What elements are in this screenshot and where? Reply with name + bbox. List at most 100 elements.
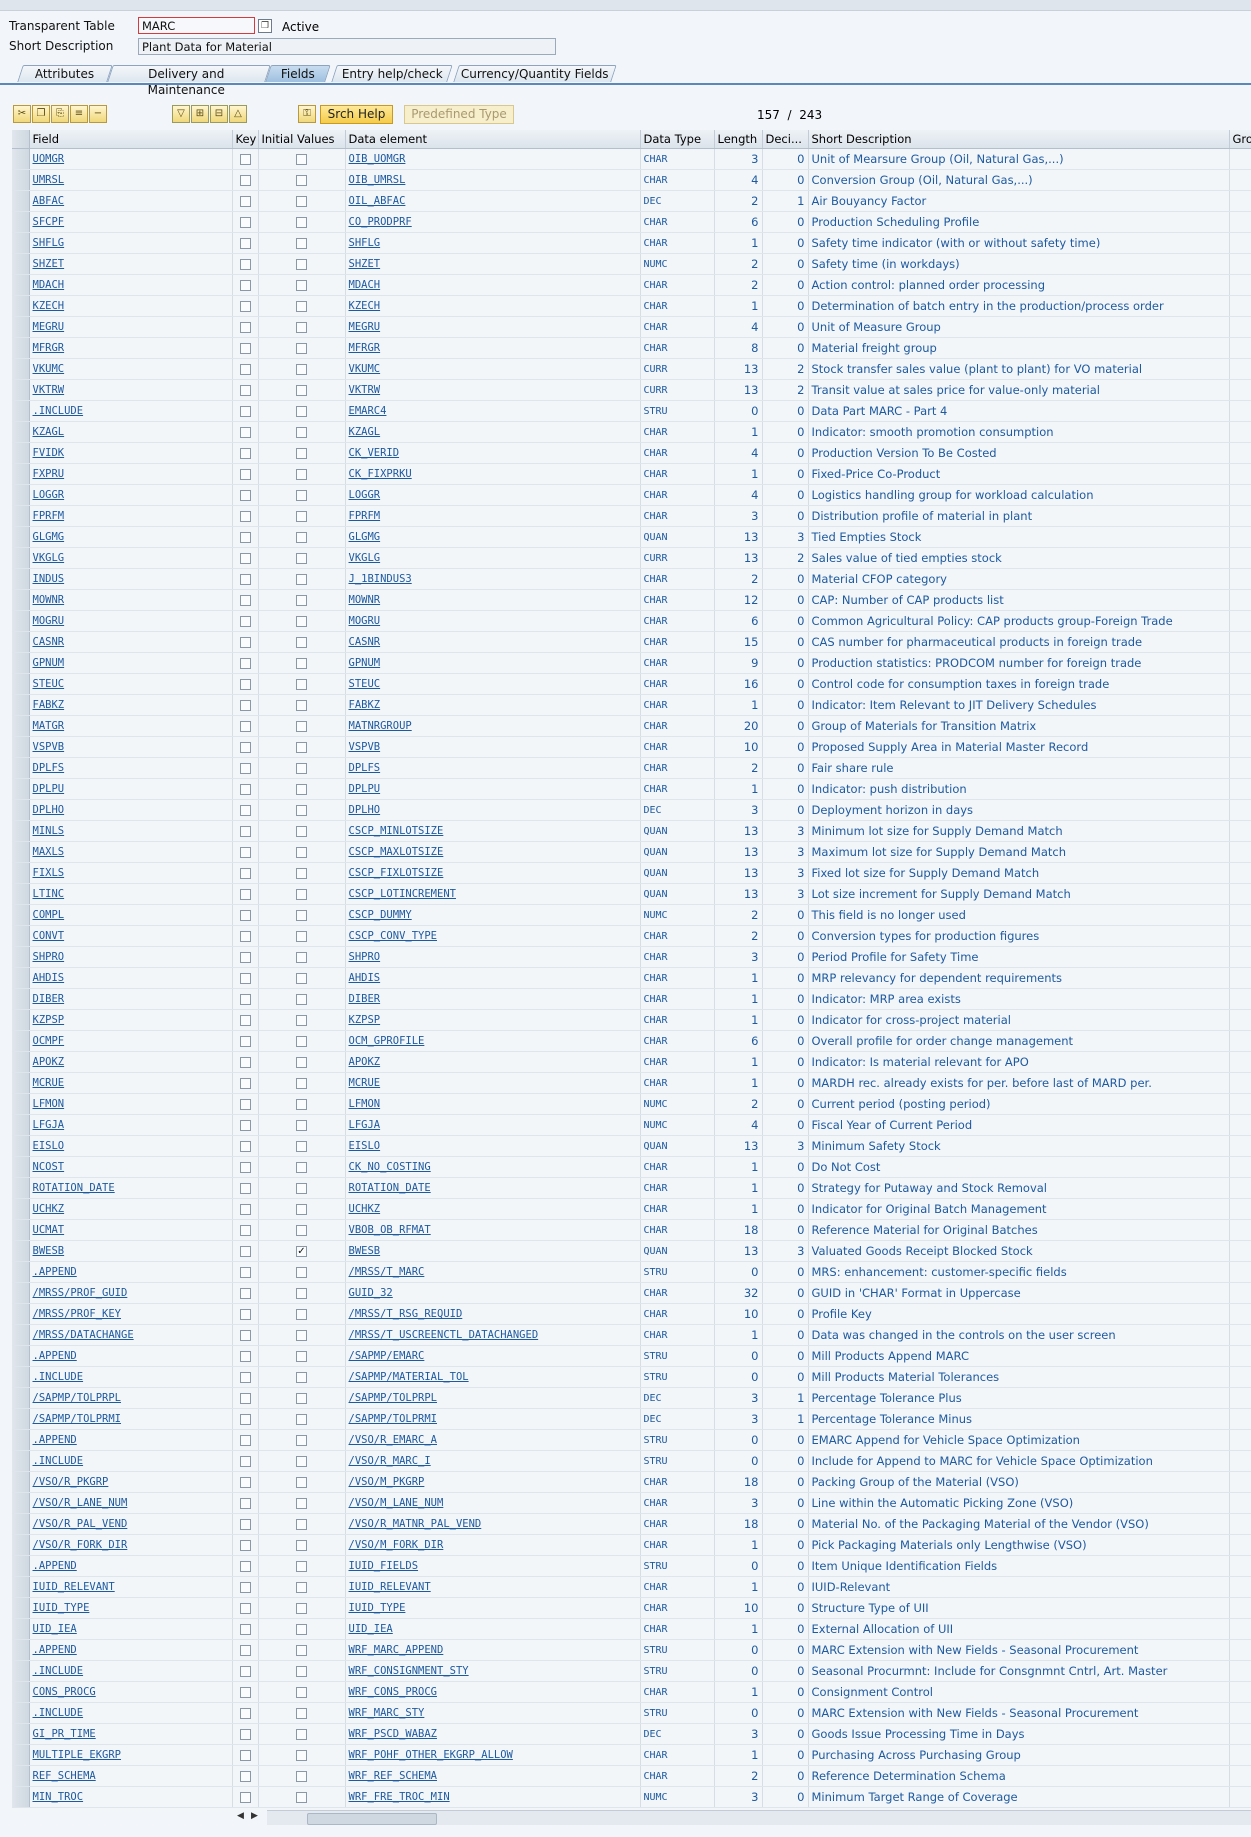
field-name[interactable]: MOGRU: [29, 610, 233, 632]
row-selector[interactable]: [12, 1282, 30, 1304]
field-name[interactable]: REF_SCHEMA: [29, 1765, 233, 1787]
initial-values-checkbox[interactable]: [258, 1219, 346, 1241]
data-element[interactable]: BWESB: [345, 1240, 641, 1262]
checkbox[interactable]: [296, 469, 307, 480]
initial-values-checkbox[interactable]: [258, 1786, 346, 1808]
row-selector[interactable]: [12, 1324, 30, 1346]
key-checkbox[interactable]: [232, 295, 259, 317]
row-selector[interactable]: [12, 1114, 30, 1136]
key-checkbox[interactable]: [232, 1513, 259, 1535]
key-checkbox[interactable]: [232, 1450, 259, 1472]
data-element[interactable]: MEGRU: [345, 316, 641, 338]
checkbox[interactable]: [296, 553, 307, 564]
table-row[interactable]: COMPL CSCP_DUMMY NUMC 2 0 This field is no lo…: [12, 904, 1251, 926]
row-selector[interactable]: [12, 1009, 30, 1031]
checkbox[interactable]: [296, 1078, 307, 1089]
horizontal-scrollbar[interactable]: [267, 1810, 1251, 1825]
data-element[interactable]: /SAPMP/TOLPRPL: [345, 1387, 641, 1409]
checkbox[interactable]: [239, 574, 251, 585]
key-checkbox[interactable]: [232, 1030, 259, 1052]
checkbox[interactable]: [239, 1162, 251, 1173]
field-name[interactable]: MAXLS: [29, 841, 233, 863]
field-name[interactable]: CASNR: [29, 631, 233, 653]
checkbox[interactable]: [239, 1750, 251, 1761]
initial-values-checkbox[interactable]: [258, 1681, 346, 1703]
checkbox[interactable]: [296, 574, 307, 585]
checkbox[interactable]: [239, 826, 251, 837]
checkbox[interactable]: [239, 952, 251, 963]
key-checkbox[interactable]: [232, 988, 259, 1010]
key-checkbox[interactable]: [232, 442, 259, 464]
data-element[interactable]: WRF_MARC_APPEND: [345, 1639, 641, 1661]
data-element[interactable]: KZPSP: [345, 1009, 641, 1031]
row-selector[interactable]: [12, 1261, 30, 1283]
initial-values-checkbox[interactable]: [258, 274, 346, 296]
checkbox[interactable]: [296, 658, 307, 669]
checkbox[interactable]: [239, 1582, 251, 1593]
initial-values-checkbox[interactable]: [258, 421, 346, 443]
initial-values-checkbox[interactable]: [258, 736, 346, 758]
checkbox[interactable]: [239, 532, 251, 543]
key-checkbox[interactable]: [232, 1555, 259, 1577]
row-selector[interactable]: [12, 841, 30, 863]
table-row[interactable]: MCRUE MCRUE CHAR 1 0 MARDH rec. already exist…: [12, 1072, 1251, 1094]
row-selector[interactable]: [12, 610, 30, 632]
table-row[interactable]: VKUMC VKUMC CURR 13 2 Stock transfer sales va…: [12, 358, 1251, 380]
checkbox[interactable]: [239, 637, 251, 648]
data-element[interactable]: UCHKZ: [345, 1198, 641, 1220]
table-row[interactable]: SHFLG SHFLG CHAR 1 0 Safety time indicator (w…: [12, 232, 1251, 254]
scroll-left-icon[interactable]: ◀: [237, 1811, 244, 1821]
checkbox[interactable]: [239, 1036, 251, 1047]
initial-values-checkbox[interactable]: [258, 1576, 346, 1598]
table-row[interactable]: LFGJA LFGJA NUMC 4 0 Fiscal Year of Current P…: [12, 1114, 1251, 1136]
checkbox[interactable]: [296, 1288, 307, 1299]
row-selector[interactable]: [12, 463, 30, 485]
checkbox[interactable]: [296, 1183, 307, 1194]
row-selector[interactable]: [12, 1639, 30, 1661]
data-element[interactable]: LFGJA: [345, 1114, 641, 1136]
checkbox[interactable]: [239, 889, 251, 900]
checkbox[interactable]: [239, 154, 251, 165]
table-row[interactable]: .INCLUDE WRF_CONSIGNMENT_STY STRU 0 0 Seasona…: [12, 1660, 1251, 1682]
row-selector[interactable]: [12, 379, 30, 401]
row-selector[interactable]: [12, 337, 30, 359]
table-row[interactable]: FIXLS CSCP_FIXLOTSIZE QUAN 13 3 Fixed lot siz…: [12, 862, 1251, 884]
row-selector[interactable]: [12, 316, 30, 338]
field-name[interactable]: MDACH: [29, 274, 233, 296]
key-checkbox[interactable]: [232, 1492, 259, 1514]
row-selector[interactable]: [12, 715, 30, 737]
initial-values-checkbox[interactable]: [258, 1282, 346, 1304]
row-selector[interactable]: [12, 1177, 30, 1199]
initial-values-checkbox[interactable]: [258, 316, 346, 338]
data-element[interactable]: OIB_UOMGR: [345, 148, 641, 170]
data-element[interactable]: MOWNR: [345, 589, 641, 611]
key-checkbox[interactable]: [232, 1786, 259, 1808]
initial-values-checkbox[interactable]: [258, 1135, 346, 1157]
checkbox[interactable]: [296, 1729, 307, 1740]
table-row[interactable]: VKGLG VKGLG CURR 13 2 Sales value of tied emp…: [12, 547, 1251, 569]
field-name[interactable]: IUID_RELEVANT: [29, 1576, 233, 1598]
table-row[interactable]: GLGMG GLGMG QUAN 13 3 Tied Empties Stock: [12, 526, 1251, 548]
key-checkbox[interactable]: [232, 1534, 259, 1556]
row-selector[interactable]: [12, 1303, 30, 1325]
key-checkbox[interactable]: [232, 799, 259, 821]
initial-values-checkbox[interactable]: [258, 1450, 346, 1472]
initial-values-checkbox[interactable]: [258, 169, 346, 191]
initial-values-checkbox[interactable]: [258, 1114, 346, 1136]
key-checkbox[interactable]: [232, 274, 259, 296]
predefined-type-button[interactable]: Predefined Type: [404, 105, 514, 124]
table-row[interactable]: DIBER DIBER CHAR 1 0 Indicator: MRP area exis…: [12, 988, 1251, 1010]
field-name[interactable]: DPLHO: [29, 799, 233, 821]
table-row[interactable]: MOWNR MOWNR CHAR 12 0 CAP: Number of CAP prod…: [12, 589, 1251, 611]
table-row[interactable]: /MRSS/DATACHANGE/MRSS/T_USCREENCTL_DATAC…: [12, 1324, 1251, 1346]
initial-values-checkbox[interactable]: [258, 967, 346, 989]
initial-values-checkbox[interactable]: [258, 1471, 346, 1493]
data-element[interactable]: /MRSS/T_RSG_REQUID: [345, 1303, 641, 1325]
field-name[interactable]: .INCLUDE: [29, 1450, 233, 1472]
field-name[interactable]: FIXLS: [29, 862, 233, 884]
row-selector[interactable]: [12, 568, 30, 590]
checkbox[interactable]: [296, 1771, 307, 1782]
key-checkbox[interactable]: [232, 1177, 259, 1199]
field-name[interactable]: LTINC: [29, 883, 233, 905]
checkbox[interactable]: [239, 448, 251, 459]
